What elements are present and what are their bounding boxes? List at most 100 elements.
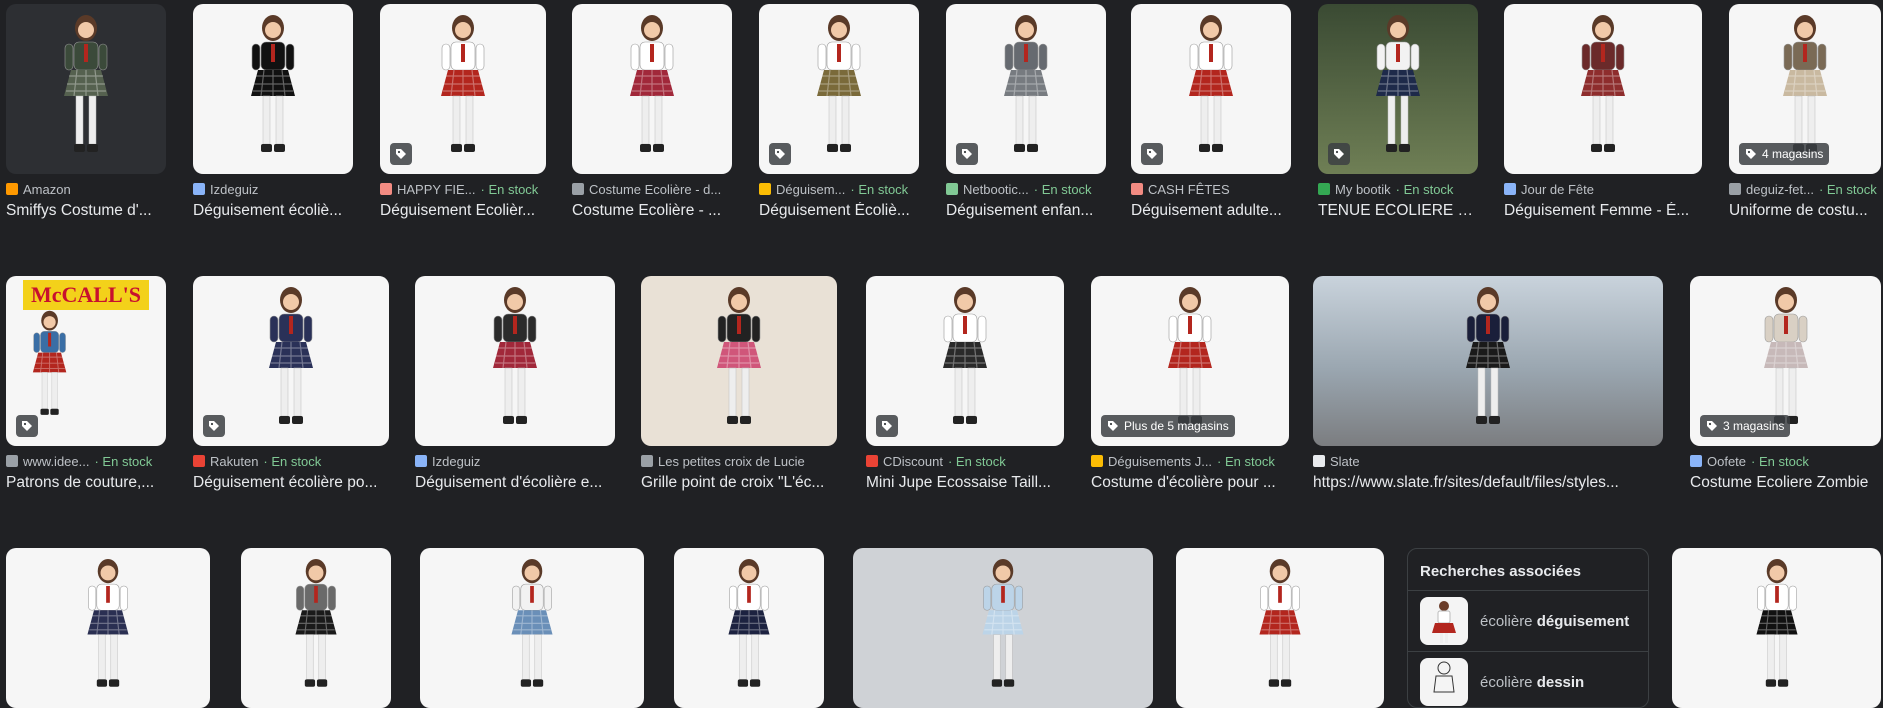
- result-title[interactable]: Costume Ecoliere Zombie: [1690, 474, 1881, 492]
- result-card[interactable]: Izdeguiz Déguisement écoliè...: [193, 4, 353, 220]
- result-card[interactable]: Amazon Smiffys Costume d'...: [6, 4, 166, 220]
- result-card[interactable]: Slate https://www.slate.fr/sites/default…: [1313, 276, 1663, 492]
- result-title[interactable]: Mini Jupe Ecossaise Taill...: [866, 474, 1064, 492]
- result-card[interactable]: [853, 548, 1153, 708]
- result-card[interactable]: [674, 548, 824, 708]
- result-thumbnail[interactable]: [641, 276, 837, 446]
- result-title[interactable]: https://www.slate.fr/sites/default/files…: [1313, 474, 1663, 492]
- source-name[interactable]: Izdeguiz: [210, 182, 258, 197]
- result-title[interactable]: TENUE ECOLIERE B...: [1318, 202, 1478, 220]
- result-thumbnail[interactable]: [853, 548, 1153, 708]
- result-card[interactable]: CASH FÊTES Déguisement adulte...: [1131, 4, 1291, 220]
- result-title[interactable]: Costume d'écolière pour ...: [1091, 474, 1289, 492]
- result-card[interactable]: Plus de 5 magasins Déguisements J... · En…: [1091, 276, 1289, 492]
- related-search-label[interactable]: écolière déguisement: [1480, 613, 1629, 630]
- stock-status: · En stock: [480, 181, 539, 197]
- result-card[interactable]: [241, 548, 391, 708]
- result-thumbnail[interactable]: Plus de 5 magasins: [1091, 276, 1289, 446]
- result-thumbnail[interactable]: [380, 4, 546, 174]
- result-card[interactable]: My bootik · En stock TENUE ECOLIERE B...: [1318, 4, 1478, 220]
- source-name[interactable]: deguiz-fet...: [1746, 182, 1814, 197]
- result-thumbnail[interactable]: [572, 4, 732, 174]
- result-thumbnail[interactable]: [866, 276, 1064, 446]
- result-thumbnail[interactable]: McCALL'S: [6, 276, 166, 446]
- costume-image: [930, 286, 1000, 436]
- result-title[interactable]: Déguisement d'écolière e...: [415, 474, 615, 492]
- related-search-item[interactable]: écolière dessin: [1408, 651, 1648, 707]
- result-title[interactable]: Déguisement Femme - É...: [1504, 202, 1702, 220]
- result-thumbnail[interactable]: [946, 4, 1106, 174]
- result-card[interactable]: McCALL'S www.idee... · En stock Patrons d…: [6, 276, 166, 492]
- result-title[interactable]: Smiffys Costume d'...: [6, 202, 166, 220]
- result-thumbnail[interactable]: 4 magasins: [1729, 4, 1881, 174]
- result-thumbnail[interactable]: [420, 548, 644, 708]
- related-searches-panel: Recherches associées écolière déguisemen…: [1407, 548, 1649, 708]
- result-title[interactable]: Déguisement écolière po...: [193, 474, 389, 492]
- result-card[interactable]: HAPPY FIE... · En stock Déguisement Ecoli…: [380, 4, 546, 220]
- source-name[interactable]: Déguisements J...: [1108, 454, 1212, 469]
- result-thumbnail[interactable]: [1131, 4, 1291, 174]
- result-card[interactable]: Rakuten · En stock Déguisement écolière p…: [193, 276, 389, 492]
- result-thumbnail[interactable]: [193, 276, 389, 446]
- source-name[interactable]: www.idee...: [23, 454, 89, 469]
- source-name[interactable]: Izdeguiz: [432, 454, 480, 469]
- result-title[interactable]: Déguisement adulte...: [1131, 202, 1291, 220]
- result-title[interactable]: Déguisement écoliè...: [193, 202, 353, 220]
- result-card[interactable]: [420, 548, 644, 708]
- result-thumbnail[interactable]: [241, 548, 391, 708]
- result-thumbnail[interactable]: [1504, 4, 1702, 174]
- result-thumbnail[interactable]: [1313, 276, 1663, 446]
- source-name[interactable]: Oofete: [1707, 454, 1746, 469]
- result-title[interactable]: Patrons de couture,...: [6, 474, 166, 492]
- source-name[interactable]: Netbootic...: [963, 182, 1029, 197]
- result-title[interactable]: Grille point de croix "L'éc...: [641, 474, 837, 492]
- result-card[interactable]: 3 magasins Oofete · En stock Costume Ecol…: [1690, 276, 1881, 492]
- result-card[interactable]: CDiscount · En stock Mini Jupe Ecossaise …: [866, 276, 1064, 492]
- result-card[interactable]: Costume Ecolière - d... Costume Ecolière…: [572, 4, 732, 220]
- result-card[interactable]: 4 magasins deguiz-fet... · En stock Unifo…: [1729, 4, 1881, 220]
- related-search-label[interactable]: écolière dessin: [1480, 674, 1584, 691]
- result-card[interactable]: Jour de Fête Déguisement Femme - É...: [1504, 4, 1702, 220]
- source-name[interactable]: Costume Ecolière - d...: [589, 182, 721, 197]
- costume-image: [428, 14, 498, 164]
- result-thumbnail[interactable]: [193, 4, 353, 174]
- result-card[interactable]: [6, 548, 210, 708]
- result-card[interactable]: Les petites croix de Lucie Grille point …: [641, 276, 837, 492]
- result-card[interactable]: Netbootic... · En stock Déguisement enfan…: [946, 4, 1106, 220]
- related-search-item[interactable]: écolière déguisement: [1408, 590, 1648, 651]
- result-card[interactable]: [1176, 548, 1384, 708]
- result-title[interactable]: Déguisement enfan...: [946, 202, 1106, 220]
- source-name[interactable]: Jour de Fête: [1521, 182, 1594, 197]
- source-name[interactable]: HAPPY FIE...: [397, 182, 476, 197]
- source-name[interactable]: Les petites croix de Lucie: [658, 454, 805, 469]
- result-thumbnail[interactable]: [1318, 4, 1478, 174]
- result-card[interactable]: Izdeguiz Déguisement d'écolière e...: [415, 276, 615, 492]
- stock-status: · En stock: [1751, 453, 1809, 469]
- costume-image: [991, 14, 1061, 164]
- result-thumbnail[interactable]: [6, 548, 210, 708]
- result-card[interactable]: [1672, 548, 1881, 708]
- source-name[interactable]: Déguisem...: [776, 182, 845, 197]
- result-thumbnail[interactable]: [1672, 548, 1881, 708]
- result-title[interactable]: Déguisement Écoliè...: [759, 202, 919, 220]
- result-title[interactable]: Costume Ecolière - ...: [572, 202, 732, 220]
- source-name[interactable]: Rakuten: [210, 454, 258, 469]
- result-title[interactable]: Uniforme de costu...: [1729, 202, 1881, 220]
- result-card[interactable]: Déguisem... · En stock Déguisement Écoliè…: [759, 4, 919, 220]
- source-name[interactable]: Slate: [1330, 454, 1360, 469]
- result-thumbnail[interactable]: 3 magasins: [1690, 276, 1881, 446]
- costume-image: [1744, 558, 1809, 698]
- result-thumbnail[interactable]: [415, 276, 615, 446]
- store-count: Plus de 5 magasins: [1124, 419, 1229, 433]
- source-name[interactable]: CDiscount: [883, 454, 943, 469]
- source-name[interactable]: My bootik: [1335, 182, 1391, 197]
- result-thumbnail[interactable]: [759, 4, 919, 174]
- source-name[interactable]: CASH FÊTES: [1148, 182, 1230, 197]
- source-name[interactable]: Amazon: [23, 182, 71, 197]
- result-title[interactable]: Déguisement Ecolièr...: [380, 202, 546, 220]
- stock-status: · En stock: [263, 453, 322, 469]
- site-favicon: [759, 183, 771, 195]
- result-thumbnail[interactable]: [674, 548, 824, 708]
- result-thumbnail[interactable]: [6, 4, 166, 174]
- result-thumbnail[interactable]: [1176, 548, 1384, 708]
